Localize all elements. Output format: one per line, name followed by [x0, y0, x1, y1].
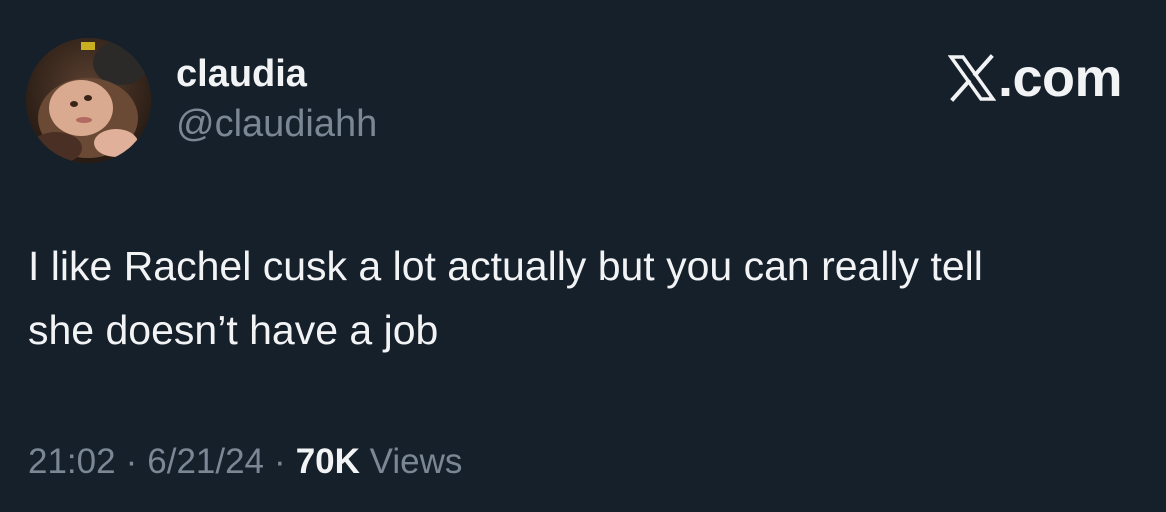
site-logo: .com — [947, 48, 1123, 108]
tweet-meta: 21:02 · 6/21/24 · 70K Views — [28, 440, 462, 484]
x-logo-icon — [947, 54, 996, 102]
user-handle[interactable]: @claudiahh — [176, 102, 377, 146]
display-name[interactable]: claudia — [176, 52, 307, 96]
tweet-date[interactable]: 6/21/24 — [147, 442, 264, 481]
tweet-text: I like Rachel cusk a lot actually but yo… — [28, 243, 983, 353]
tweet-time[interactable]: 21:02 — [28, 442, 116, 481]
profile-photo-icon — [26, 38, 151, 163]
views-label: Views — [369, 442, 463, 481]
views-count: 70K — [295, 442, 360, 481]
separator: · — [125, 442, 138, 481]
tweet-card: claudia @claudiahh .com I like Rachel cu… — [0, 0, 1166, 512]
separator: · — [274, 442, 286, 481]
site-name: .com — [997, 48, 1123, 108]
avatar[interactable] — [26, 38, 151, 163]
